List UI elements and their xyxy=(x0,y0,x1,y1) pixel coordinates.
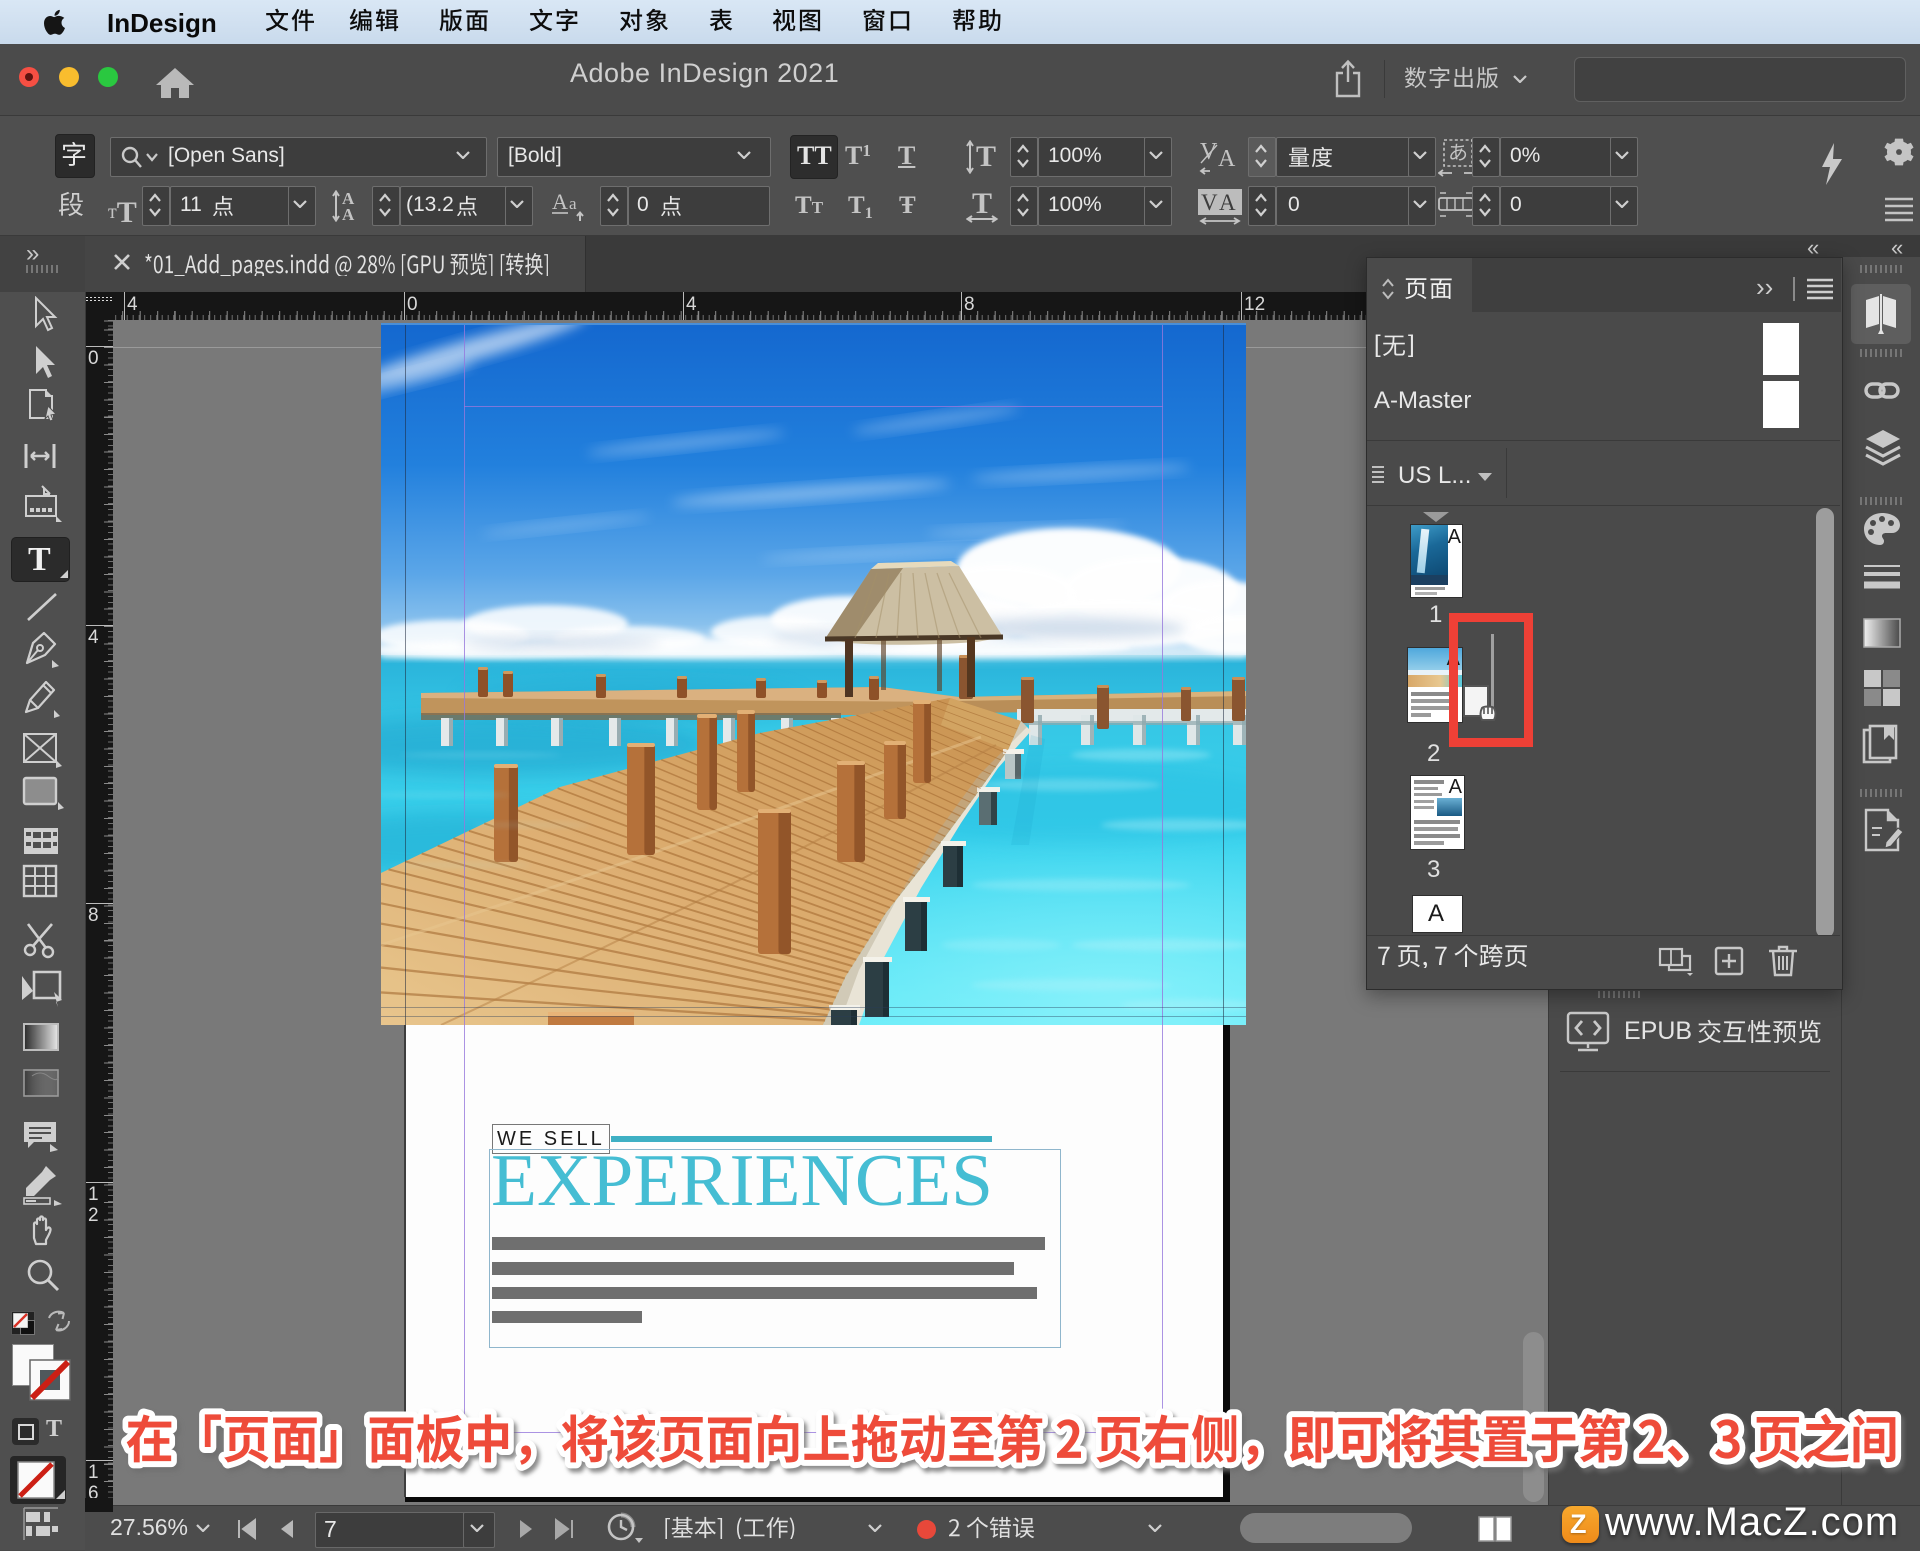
svg-text:T: T xyxy=(976,140,996,173)
svg-text:A: A xyxy=(552,192,568,214)
svg-text:a: a xyxy=(569,194,577,213)
svg-text:A: A xyxy=(1219,190,1236,215)
svg-text:V: V xyxy=(1201,190,1218,215)
svg-text:A: A xyxy=(1218,146,1236,172)
svg-text:A: A xyxy=(342,205,355,222)
svg-text:T: T xyxy=(972,189,992,220)
